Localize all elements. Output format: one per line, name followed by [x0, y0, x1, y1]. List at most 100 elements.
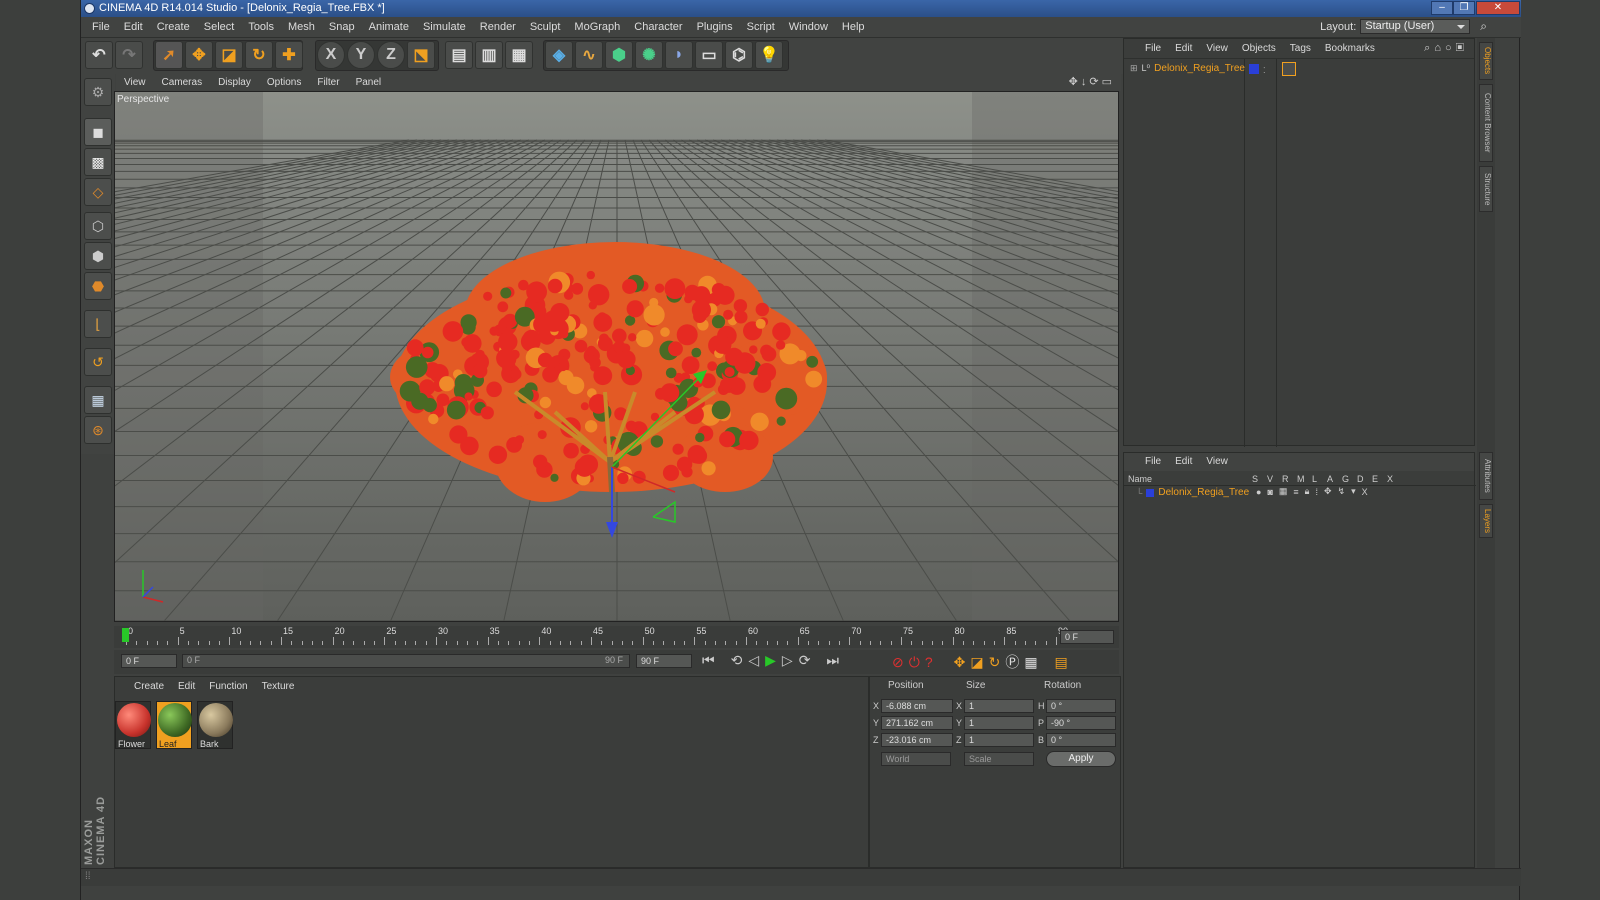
- size-y-field[interactable]: 1: [964, 716, 1034, 730]
- preview-range-slider[interactable]: 0 F 90 F: [182, 654, 630, 668]
- apply-button[interactable]: Apply: [1046, 751, 1116, 767]
- tab-layers[interactable]: Layers: [1479, 504, 1493, 538]
- edges-mode-icon[interactable]: ⬢: [84, 242, 112, 270]
- menu-snap[interactable]: Snap: [322, 17, 362, 38]
- menu-plugins[interactable]: Plugins: [690, 17, 740, 38]
- deformer-icon[interactable]: ↯: [1338, 486, 1346, 497]
- menu-select[interactable]: Select: [197, 17, 242, 38]
- step-forward-icon[interactable]: ▷: [782, 652, 793, 669]
- menu-animate[interactable]: Animate: [362, 17, 416, 38]
- material-bark[interactable]: Bark: [197, 701, 233, 749]
- menu-help[interactable]: Help: [835, 17, 872, 38]
- menu-sculpt[interactable]: Sculpt: [523, 17, 568, 38]
- material-menu-edit[interactable]: Edit: [171, 677, 202, 697]
- live-selection-icon[interactable]: ✚: [275, 41, 303, 69]
- texture-mode-icon[interactable]: ▩: [84, 148, 112, 176]
- record-keyframe-icon[interactable]: ⊘: [892, 654, 904, 671]
- coordinate-system-dropdown[interactable]: World: [881, 752, 951, 766]
- snap-grid-icon[interactable]: ▦: [84, 386, 112, 414]
- viewport-menu-cameras[interactable]: Cameras: [154, 74, 211, 91]
- deformer-bend-icon[interactable]: ◗: [665, 41, 693, 69]
- undo-icon[interactable]: ↶: [85, 41, 113, 69]
- view-icon[interactable]: ◙: [1267, 487, 1272, 497]
- object-menu-view[interactable]: View: [1199, 39, 1235, 59]
- render-picture-viewer-icon[interactable]: ▥: [475, 41, 503, 69]
- light-bulb-icon[interactable]: 💡: [755, 41, 783, 69]
- object-menu-tags[interactable]: Tags: [1283, 39, 1318, 59]
- menu-window[interactable]: Window: [782, 17, 835, 38]
- layer-menu-view[interactable]: View: [1199, 452, 1235, 472]
- layer-menu-edit[interactable]: Edit: [1168, 452, 1199, 472]
- key-rotation-icon[interactable]: ↻: [989, 654, 1001, 671]
- z-axis-lock-button[interactable]: Z: [377, 41, 405, 69]
- render-settings-icon[interactable]: ▦: [505, 41, 533, 69]
- timeline-ruler[interactable]: 051015202530354045505560657075808590 0 F: [114, 626, 1119, 648]
- material-menu-function[interactable]: Function: [202, 677, 254, 697]
- material-tag-icon[interactable]: [1282, 62, 1296, 76]
- object-menu-file[interactable]: File: [1138, 39, 1168, 59]
- cube-primitive-icon[interactable]: ◈: [545, 41, 573, 69]
- layer-menu-file[interactable]: File: [1138, 452, 1168, 472]
- layer-color-icon[interactable]: [1146, 488, 1155, 497]
- go-to-start-icon[interactable]: ⏮: [702, 652, 715, 669]
- material-leaf[interactable]: Leaf: [156, 701, 192, 749]
- rotate-icon[interactable]: ↻: [245, 41, 273, 69]
- menu-tools[interactable]: Tools: [241, 17, 281, 38]
- object-menu-bookmarks[interactable]: Bookmarks: [1318, 39, 1382, 59]
- object-manager-nav-icons[interactable]: ⌕⌂○▣: [1424, 42, 1468, 55]
- step-back-icon[interactable]: ◁: [748, 652, 759, 669]
- minimize-icon[interactable]: –: [1431, 1, 1453, 15]
- tab-objects[interactable]: Objects: [1479, 42, 1493, 80]
- select-arrow-icon[interactable]: ➚: [155, 41, 183, 69]
- expression-icon[interactable]: ▾: [1351, 486, 1356, 497]
- model-mode-icon[interactable]: ◼: [84, 118, 112, 146]
- timeline-window-icon[interactable]: ▤: [1055, 654, 1068, 671]
- material-flower[interactable]: Flower: [115, 701, 151, 749]
- layout-dropdown[interactable]: Startup (User): [1360, 19, 1471, 34]
- current-frame-marker[interactable]: [122, 628, 129, 642]
- rotation-p-field[interactable]: -90 °: [1046, 716, 1116, 730]
- position-z-field[interactable]: -23.016 cm: [881, 733, 953, 747]
- move-icon[interactable]: ✥: [185, 41, 213, 69]
- menu-character[interactable]: Character: [627, 17, 689, 38]
- material-menu-create[interactable]: Create: [127, 677, 171, 697]
- snap-settings-icon[interactable]: ⊛: [84, 416, 112, 444]
- render-icon[interactable]: ▦: [1279, 486, 1288, 497]
- animation-icon[interactable]: ⁞: [1315, 487, 1318, 497]
- scale-icon[interactable]: ◪: [215, 41, 243, 69]
- make-editable-icon[interactable]: ⚙: [84, 78, 112, 106]
- close-icon[interactable]: ✕: [1476, 1, 1520, 15]
- position-x-field[interactable]: -6.088 cm: [881, 699, 953, 713]
- expand-toggle-icon[interactable]: ⊞: [1130, 63, 1138, 74]
- menu-mesh[interactable]: Mesh: [281, 17, 322, 38]
- tab-structure[interactable]: Structure: [1479, 166, 1493, 212]
- floor-scene-icon[interactable]: ▭: [695, 41, 723, 69]
- axis-mode-icon[interactable]: ⌊: [84, 310, 112, 338]
- layer-row-delonix[interactable]: └ Delonix_Regia_Tree: [1136, 487, 1249, 498]
- viewport-nav-icons[interactable]: ✥↓⟳▭: [1069, 75, 1115, 88]
- coordinate-system-icon[interactable]: ⬔: [407, 41, 435, 69]
- points-mode-icon[interactable]: ⬡: [84, 212, 112, 240]
- restore-icon[interactable]: ❐: [1453, 1, 1475, 15]
- menu-script[interactable]: Script: [740, 17, 782, 38]
- x-axis-lock-button[interactable]: X: [317, 41, 345, 69]
- current-frame-field[interactable]: 0 F: [1060, 630, 1114, 644]
- size-mode-dropdown[interactable]: Scale: [964, 752, 1034, 766]
- start-frame-field[interactable]: 0 F: [121, 654, 177, 668]
- lock-icon[interactable]: 🔒︎: [1305, 486, 1310, 497]
- viewport-menu-display[interactable]: Display: [210, 74, 259, 91]
- camera-icon[interactable]: ⌬: [725, 41, 753, 69]
- rotation-h-field[interactable]: 0 °: [1046, 699, 1116, 713]
- material-menu-texture[interactable]: Texture: [255, 677, 302, 697]
- viewport-menu-filter[interactable]: Filter: [309, 74, 347, 91]
- rotation-b-field[interactable]: 0 °: [1046, 733, 1116, 747]
- autokey-icon[interactable]: ⏻: [909, 654, 920, 671]
- object-row-delonix[interactable]: ⊞ L⁰ Delonix_Regia_Tree: [1130, 63, 1245, 74]
- visibility-dots-icon[interactable]: ⁚: [1263, 66, 1266, 75]
- xref-icon[interactable]: X: [1362, 487, 1368, 497]
- redo-icon[interactable]: ↷: [115, 41, 143, 69]
- object-menu-edit[interactable]: Edit: [1168, 39, 1199, 59]
- generator-icon[interactable]: ✥: [1324, 486, 1332, 497]
- search-icon[interactable]: ⌕: [1480, 19, 1487, 34]
- end-frame-field[interactable]: 90 F: [636, 654, 692, 668]
